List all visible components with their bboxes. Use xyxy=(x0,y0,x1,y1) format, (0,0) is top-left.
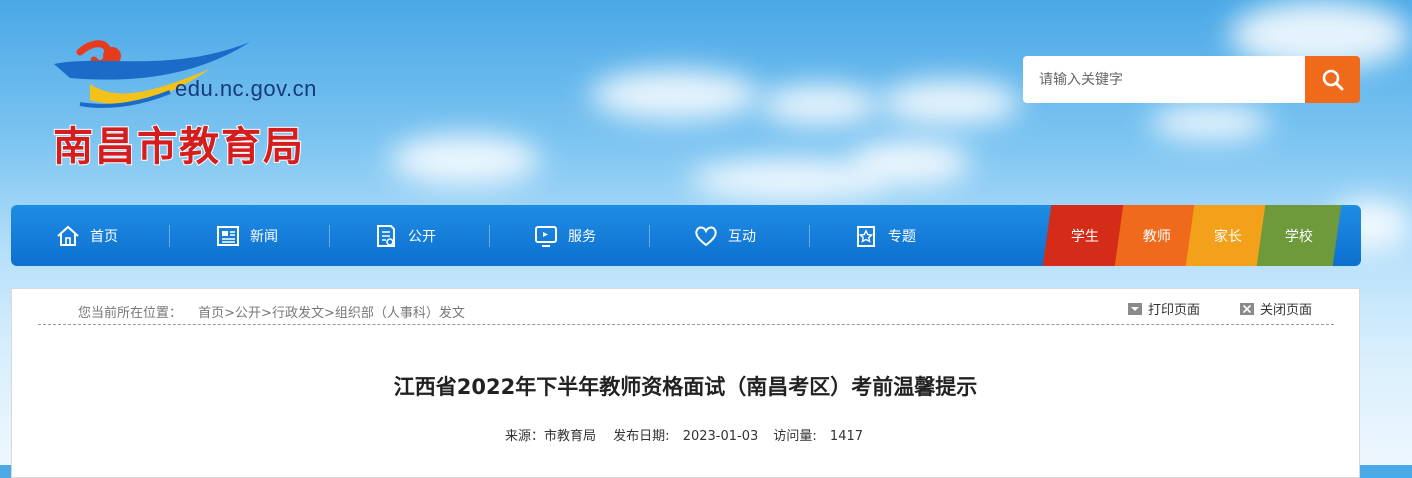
cloud-decoration xyxy=(850,140,970,185)
close-icon xyxy=(1239,302,1254,315)
cloud-decoration xyxy=(390,135,540,185)
site-logo[interactable]: edu.nc.gov.cn 南昌市教育局 xyxy=(50,34,350,171)
document-icon xyxy=(373,223,399,249)
logo-emblem-icon xyxy=(54,40,250,108)
breadcrumb: 您当前所在位置： 首页>公开>行政发文>组织部（人事科）发文 xyxy=(78,302,465,321)
article-panel: 您当前所在位置： 首页>公开>行政发文>组织部（人事科）发文 打印页面 关闭页面… xyxy=(11,288,1360,478)
nav-item-topics[interactable]: 专题 xyxy=(853,205,916,266)
nav-divider xyxy=(489,225,490,247)
date-label: 发布日期: xyxy=(613,429,670,444)
logo-url: edu.nc.gov.cn xyxy=(175,76,317,101)
breadcrumb-path[interactable]: 首页>公开>行政发文>组织部（人事科）发文 xyxy=(198,306,465,321)
nav-item-news[interactable]: 新闻 xyxy=(215,205,278,266)
page-tools: 打印页面 关闭页面 xyxy=(1127,299,1312,318)
search-box xyxy=(1023,56,1360,103)
logo-title: 南昌市教育局 xyxy=(52,123,305,171)
home-icon xyxy=(55,223,81,249)
cloud-decoration xyxy=(760,85,880,125)
nav-item-home[interactable]: 首页 xyxy=(55,205,118,266)
audience-schools[interactable]: 学校 xyxy=(1256,205,1342,266)
source-value: 市教育局 xyxy=(544,429,597,444)
cloud-decoration xyxy=(1150,105,1270,140)
search-input[interactable] xyxy=(1023,56,1305,103)
star-document-icon xyxy=(853,223,879,249)
nav-label: 互动 xyxy=(728,228,756,245)
views-label: 访问量: xyxy=(773,429,817,444)
views-value: 1417 xyxy=(829,429,864,444)
nav-label: 专题 xyxy=(888,228,916,245)
nav-divider xyxy=(649,225,650,247)
nav-item-interact[interactable]: 互动 xyxy=(693,205,756,266)
cloud-decoration xyxy=(590,70,760,120)
divider xyxy=(38,324,1334,325)
nav-label: 首页 xyxy=(90,228,118,245)
newspaper-icon xyxy=(215,223,241,249)
nav-divider xyxy=(329,225,330,247)
search-icon xyxy=(1322,69,1343,90)
nav-divider xyxy=(809,225,810,247)
article-meta: 来源：市教育局 发布日期: 2023-01-03 访问量: 1417 xyxy=(12,425,1359,444)
nav-label: 服务 xyxy=(568,228,596,245)
breadcrumb-label: 您当前所在位置： xyxy=(78,306,183,321)
heart-icon xyxy=(693,223,719,249)
date-value: 2023-01-03 xyxy=(682,429,759,444)
search-button[interactable] xyxy=(1305,56,1360,103)
print-icon xyxy=(1127,302,1142,315)
nav-divider xyxy=(169,225,170,247)
close-page-button[interactable]: 关闭页面 xyxy=(1239,299,1312,318)
monitor-icon xyxy=(533,223,559,249)
print-button[interactable]: 打印页面 xyxy=(1127,299,1200,318)
nav-label: 公开 xyxy=(408,228,436,245)
audience-students[interactable]: 学生 xyxy=(1042,205,1128,266)
article-title: 江西省2022年下半年教师资格面试（南昌考区）考前温馨提示 xyxy=(393,375,978,399)
nav-label: 新闻 xyxy=(250,228,278,245)
nav-item-service[interactable]: 服务 xyxy=(533,205,596,266)
cloud-decoration xyxy=(880,80,1020,125)
source-label: 来源： xyxy=(504,429,544,444)
nav-item-public[interactable]: 公开 xyxy=(373,205,436,266)
main-nav: 首页 新闻 公开 服务 互动 专题 学生 教师 家长 学校 xyxy=(11,205,1361,266)
